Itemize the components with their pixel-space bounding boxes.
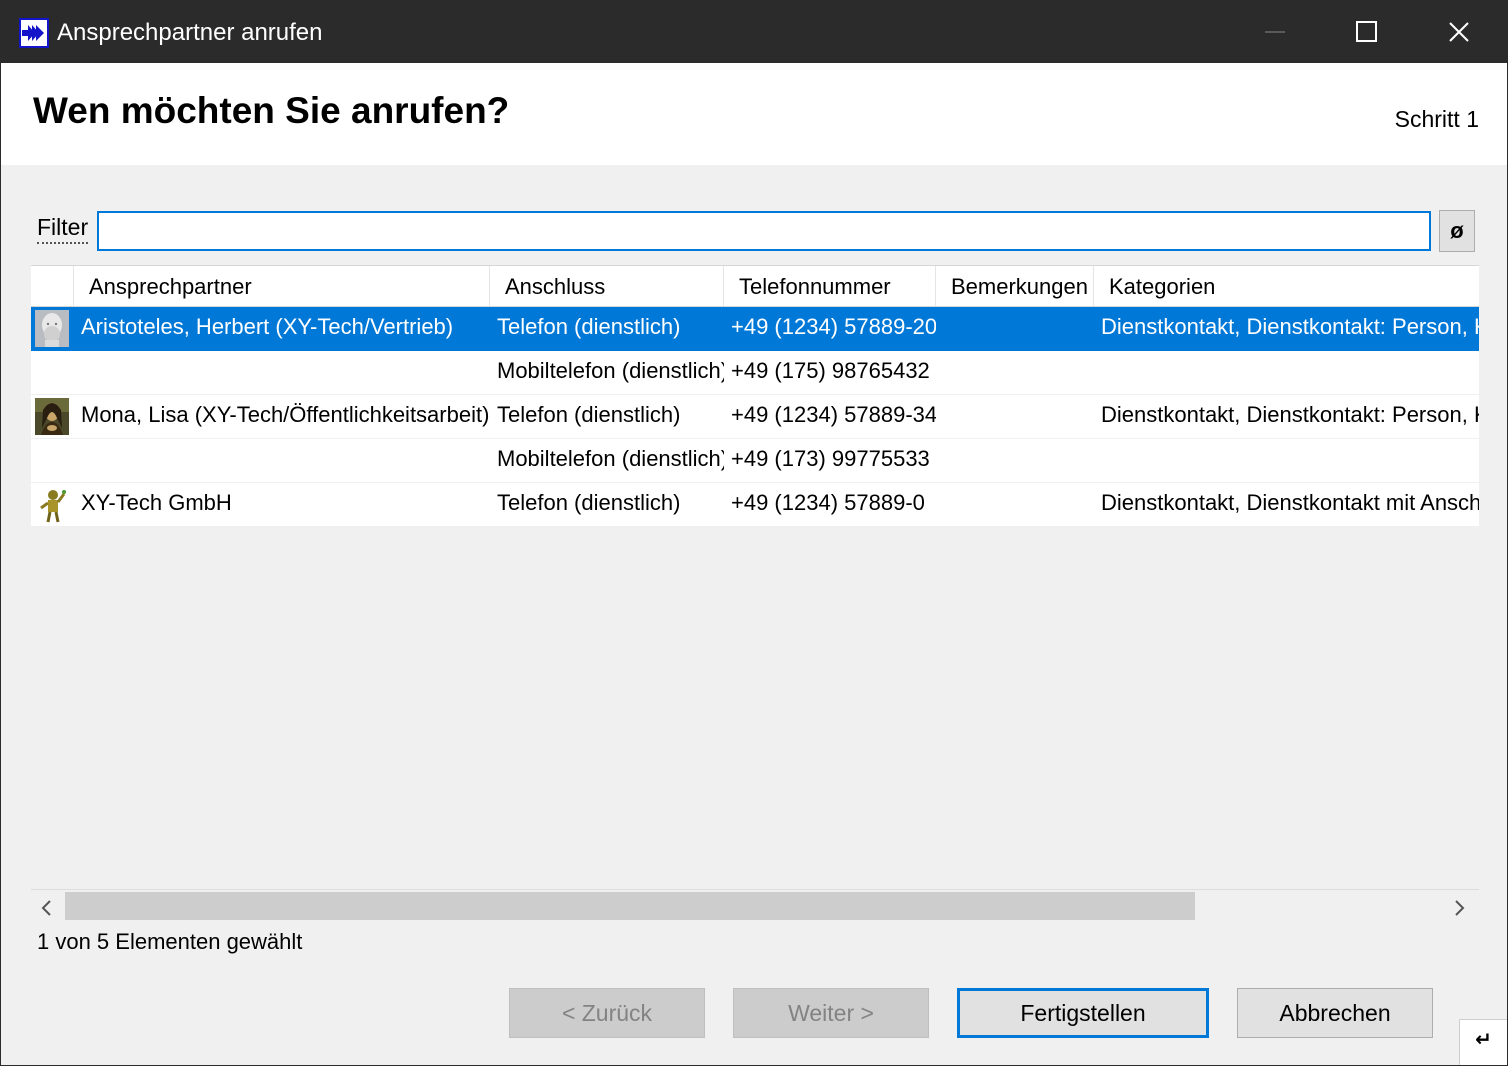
cell-phone: +49 (175) 98765432 xyxy=(731,358,930,383)
cell-contact: Aristoteles, Herbert (XY-Tech/Vertrieb) xyxy=(81,314,454,339)
table-row[interactable]: Aristoteles, Herbert (XY-Tech/Vertrieb) … xyxy=(31,307,1479,351)
clear-filter-button[interactable]: ø xyxy=(1439,210,1475,252)
cell-categories: Dienstkontakt, Dienstkontakt: Person, K xyxy=(1101,402,1479,427)
back-button[interactable]: < Zurück xyxy=(509,988,705,1038)
scroll-right-icon[interactable] xyxy=(1447,896,1471,920)
horizontal-scrollbar[interactable] xyxy=(31,889,1479,923)
cancel-button[interactable]: Abbrechen xyxy=(1237,988,1433,1038)
maximize-button[interactable] xyxy=(1321,1,1413,63)
scrollbar-thumb[interactable] xyxy=(65,892,1195,920)
cell-contact: Mona, Lisa (XY-Tech/Öffentlichkeitsarbei… xyxy=(81,402,490,427)
column-header-remarks[interactable]: Bemerkungen xyxy=(936,266,1094,306)
cell-connection: Mobiltelefon (dienstlich) xyxy=(497,446,724,471)
filter-input[interactable] xyxy=(97,211,1431,251)
column-header-connection[interactable]: Anschluss xyxy=(490,266,724,306)
table-row[interactable]: XY-Tech GmbH Telefon (dienstlich) +49 (1… xyxy=(31,483,1479,527)
selection-status: 1 von 5 Elementen gewählt xyxy=(37,929,303,954)
next-button[interactable]: Weiter > xyxy=(733,988,929,1038)
cell-phone: +49 (1234) 57889-20 xyxy=(731,314,936,339)
cell-contact: XY-Tech GmbH xyxy=(81,490,232,515)
list-header: Ansprechpartner Anschluss Telefonnummer … xyxy=(31,265,1479,307)
cell-categories xyxy=(1094,351,1479,394)
cell-categories: Dienstkontakt, Dienstkontakt: Person, K xyxy=(1101,314,1479,339)
cell-contact xyxy=(74,351,490,394)
help-corner-icon[interactable]: ↵ xyxy=(1459,1019,1507,1065)
cell-connection: Telefon (dienstlich) xyxy=(497,402,681,427)
table-row[interactable]: Mona, Lisa (XY-Tech/Öffentlichkeitsarbei… xyxy=(31,395,1479,439)
maximize-icon xyxy=(1356,21,1377,42)
page-title: Wen möchten Sie anrufen? xyxy=(33,90,510,131)
table-row[interactable]: Mobiltelefon (dienstlich) +49 (175) 9876… xyxy=(31,351,1479,395)
cell-categories xyxy=(1094,439,1479,482)
column-header-contact[interactable]: Ansprechpartner xyxy=(74,266,490,306)
cell-categories: Dienstkontakt, Dienstkontakt mit Anschr xyxy=(1101,490,1479,515)
double-arrow-right-icon xyxy=(19,18,49,48)
column-header-phone[interactable]: Telefonnummer xyxy=(724,266,936,306)
bust-portrait-icon xyxy=(35,310,69,347)
cell-connection: Mobiltelefon (dienstlich) xyxy=(497,358,724,383)
cell-remarks xyxy=(936,439,1094,482)
cell-phone: +49 (1234) 57889-34 xyxy=(731,402,936,427)
cell-connection: Telefon (dienstlich) xyxy=(497,490,681,515)
cell-remarks xyxy=(936,351,1094,394)
cell-remarks xyxy=(936,307,1094,350)
wizard-header: Wen möchten Sie anrufen? Schritt 1 xyxy=(1,63,1507,165)
cell-connection: Telefon (dienstlich) xyxy=(497,314,681,339)
column-header-icon[interactable] xyxy=(31,266,74,306)
window-title: Ansprechpartner anrufen xyxy=(57,19,323,46)
cell-remarks xyxy=(936,395,1094,438)
title-bar[interactable]: Ansprechpartner anrufen xyxy=(1,1,1507,63)
mona-lisa-portrait-icon xyxy=(35,398,69,435)
close-icon xyxy=(1449,22,1469,42)
column-header-categories[interactable]: Kategorien xyxy=(1094,266,1479,306)
list-rows: Aristoteles, Herbert (XY-Tech/Vertrieb) … xyxy=(31,307,1479,527)
contact-list[interactable]: Ansprechpartner Anschluss Telefonnummer … xyxy=(31,265,1479,925)
minimize-button[interactable] xyxy=(1229,1,1321,63)
minimize-icon xyxy=(1265,31,1285,33)
filter-label: Filter xyxy=(37,213,89,244)
cell-phone: +49 (1234) 57889-0 xyxy=(731,490,925,515)
scroll-left-icon[interactable] xyxy=(35,896,59,920)
cell-remarks xyxy=(936,483,1094,526)
cell-contact xyxy=(74,439,490,482)
table-row[interactable]: Mobiltelefon (dienstlich) +49 (173) 9977… xyxy=(31,439,1479,483)
cell-phone: +49 (173) 99775533 xyxy=(731,446,930,471)
step-label: Schritt 1 xyxy=(1394,106,1479,132)
dialog-window: Ansprechpartner anrufen Wen möchten Sie … xyxy=(0,0,1508,1066)
finish-button[interactable]: Fertigstellen xyxy=(957,988,1209,1038)
company-figure-icon xyxy=(35,486,69,523)
close-button[interactable] xyxy=(1413,1,1505,63)
